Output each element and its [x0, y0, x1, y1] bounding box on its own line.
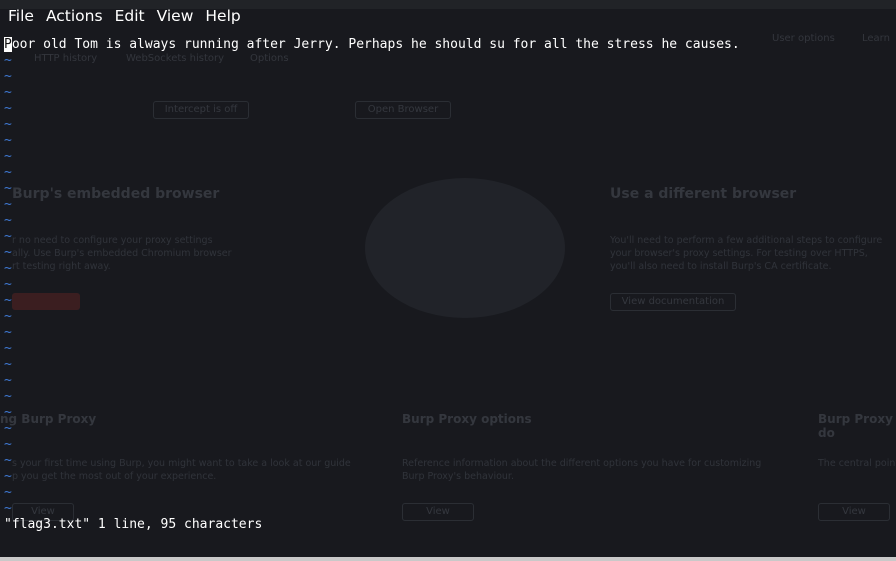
empty-line-markers: ~ ~ ~ ~ ~ ~ ~ ~ ~ ~ ~ ~ ~ ~ ~ ~ ~ ~ ~ ~ ~ ~ ~ ~ ~ ~ ~ ~ ~: [0, 53, 896, 517]
empty-line-marker: ~: [4, 453, 12, 468]
empty-line-marker: ~: [4, 357, 12, 372]
empty-line-marker: ~: [4, 69, 12, 84]
line-1-text: oor old Tom is always running after Jerr…: [11, 37, 740, 52]
empty-line-marker: ~: [4, 245, 12, 260]
empty-line-marker: ~: [4, 101, 12, 116]
empty-line-marker: ~: [4, 133, 12, 148]
empty-line-marker: ~: [4, 261, 12, 276]
empty-line-marker: ~: [4, 181, 12, 196]
empty-line-marker: ~: [4, 389, 12, 404]
menu-view[interactable]: View: [153, 7, 198, 25]
empty-line-marker: ~: [4, 85, 12, 100]
empty-line-marker: ~: [4, 293, 12, 308]
empty-line-marker: ~: [4, 325, 12, 340]
empty-line-marker: ~: [4, 485, 12, 500]
menu-file[interactable]: File: [4, 7, 38, 25]
empty-line-marker: ~: [4, 213, 12, 228]
empty-line-marker: ~: [4, 229, 12, 244]
vim-editor[interactable]: Poor old Tom is always running after Jer…: [0, 37, 896, 517]
menu-bar: File Actions Edit View Help: [0, 0, 896, 30]
menu-actions[interactable]: Actions: [42, 7, 107, 25]
empty-line-marker: ~: [4, 421, 12, 436]
empty-line-marker: ~: [4, 469, 12, 484]
menu-help[interactable]: Help: [201, 7, 244, 25]
empty-line-marker: ~: [4, 405, 12, 420]
empty-line-marker: ~: [4, 437, 12, 452]
empty-line-marker: ~: [4, 309, 12, 324]
terminal-window[interactable]: File Actions Edit View Help Poor old Tom…: [0, 0, 896, 561]
empty-line-marker: ~: [4, 341, 12, 356]
window-bottom-edge: [0, 557, 896, 561]
empty-line-marker: ~: [4, 117, 12, 132]
text-cursor: P: [4, 37, 12, 52]
empty-line-marker: ~: [4, 501, 12, 516]
empty-line-marker: ~: [4, 197, 12, 212]
status-line: "flag3.txt" 1 line, 95 characters: [4, 517, 263, 532]
menu-edit[interactable]: Edit: [111, 7, 149, 25]
empty-line-marker: ~: [4, 53, 12, 68]
text-line-1[interactable]: Poor old Tom is always running after Jer…: [0, 37, 896, 53]
empty-line-marker: ~: [4, 165, 12, 180]
empty-line-marker: ~: [4, 277, 12, 292]
empty-line-marker: ~: [4, 373, 12, 388]
empty-line-marker: ~: [4, 149, 12, 164]
